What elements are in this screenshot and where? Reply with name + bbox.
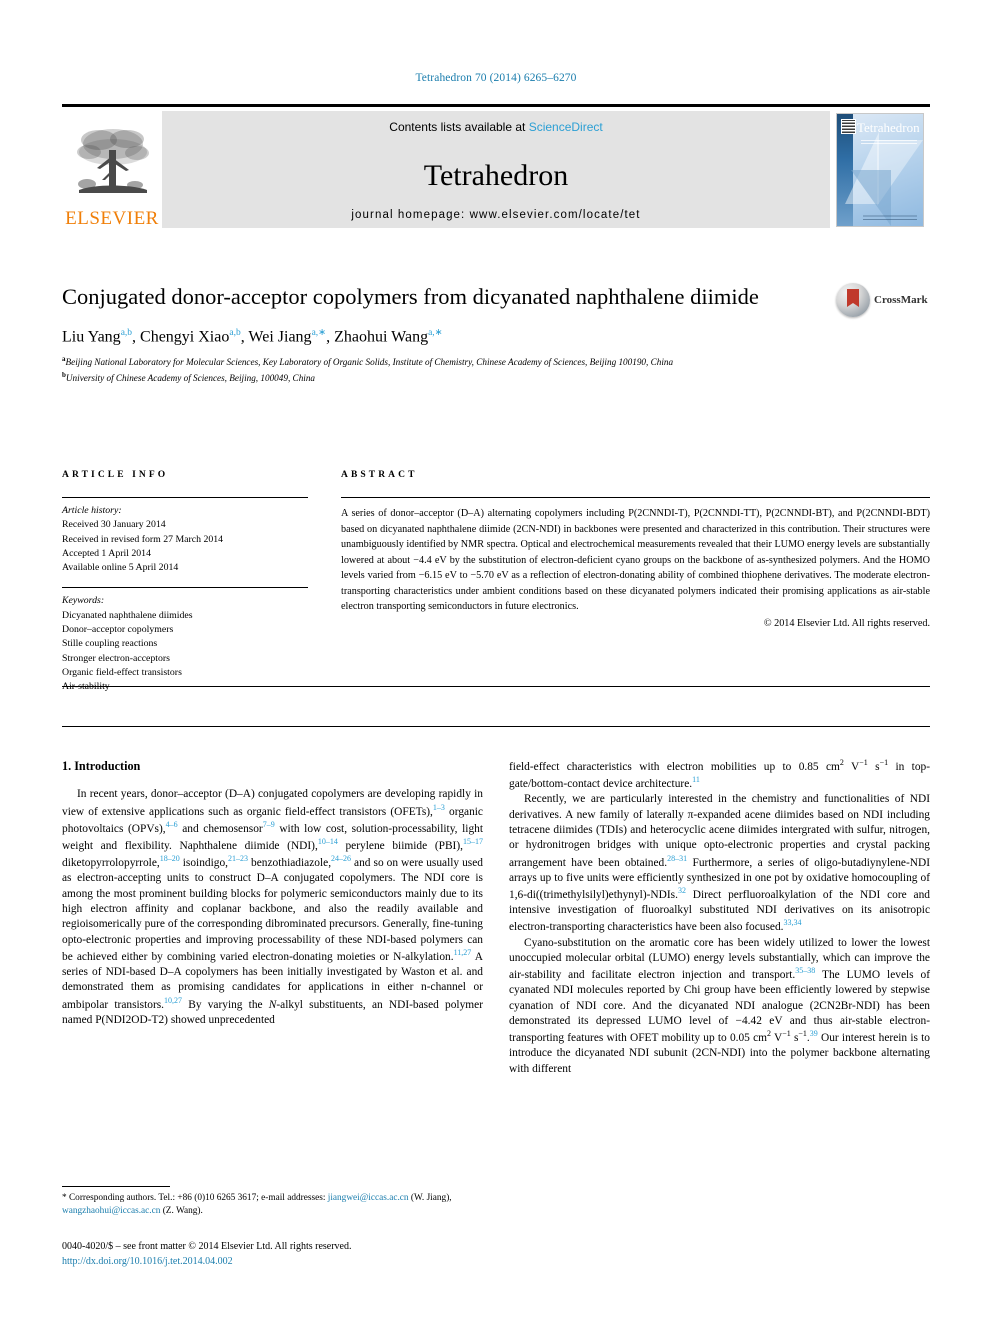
journal-cover-thumbnail: Tetrahedron [836, 112, 924, 227]
footnote-rule [62, 1186, 170, 1187]
paragraph: field-effect characteristics with electr… [509, 758, 930, 790]
section-heading-introduction: 1. Introduction [62, 759, 141, 773]
journal-title: Tetrahedron [423, 159, 569, 192]
running-head: Tetrahedron 70 (2014) 6265–6270 [415, 72, 577, 84]
cover-journal-title: Tetrahedron [857, 119, 920, 135]
crossmark-label: CrossMark [874, 294, 928, 306]
body-column-right: field-effect characteristics with electr… [509, 758, 930, 1077]
elsevier-tree-icon [77, 129, 149, 193]
keyword-item: Organic field-effect transistors [62, 666, 182, 678]
crossmark-badge[interactable]: CrossMark [836, 283, 936, 317]
contents-lists-line: Contents lists available at ScienceDirec… [162, 120, 830, 134]
crossmark-icon [836, 283, 870, 317]
paragraph: Recently, we are particularly interested… [509, 793, 930, 934]
abstract-bottom-rule [62, 686, 930, 687]
history-item: Accepted 1 April 2014 [62, 547, 151, 559]
abstract-text: A series of donor–acceptor (D–A) alterna… [341, 508, 930, 612]
abstract-copyright: © 2014 Elsevier Ltd. All rights reserved… [763, 617, 930, 629]
keyword-item: Donor–acceptor copolymers [62, 624, 174, 636]
article-info-column: Article history: Received 30 January 201… [62, 497, 308, 695]
article-title: Conjugated donor-acceptor copolymers fro… [62, 284, 759, 309]
corresponding-author-text: * Corresponding authors. Tel.: +86 (0)10… [62, 1193, 452, 1217]
keywords-label: Keywords: [62, 595, 105, 607]
doi-link[interactable]: http://dx.doi.org/10.1016/j.tet.2014.04.… [62, 1255, 522, 1270]
affiliations: aBeijing National Laboratory for Molecul… [62, 354, 762, 385]
elsevier-wordmark: ELSEVIER [65, 208, 159, 229]
keyword-item: Dicyanated naphthalene diimides [62, 609, 193, 621]
keyword-item: Stronger electron-acceptors [62, 652, 170, 664]
affiliation-a: aBeijing National Laboratory for Molecul… [62, 355, 674, 368]
keywords-list: Keywords: Dicyanated naphthalene diimide… [62, 588, 308, 694]
abstract-column: A series of donor–acceptor (D–A) alterna… [341, 497, 930, 629]
corresponding-author-footnote: * Corresponding authors. Tel.: +86 (0)10… [62, 1186, 483, 1218]
body-column-left: 1. Introduction In recent years, donor–a… [62, 758, 483, 1028]
paper-page: Tetrahedron 70 (2014) 6265–6270 ELSEVIER… [0, 0, 992, 1323]
sciencedirect-link[interactable]: ScienceDirect [529, 120, 603, 134]
author-list: Liu Yanga,b, Chengyi Xiaoa,b, Wei Jianga… [62, 327, 443, 346]
paragraph: Cyano-substitution on the aromatic core … [509, 936, 930, 1075]
article-info-heading: ARTICLE INFO [62, 470, 169, 480]
paragraph: In recent years, donor–acceptor (D–A) co… [62, 788, 484, 1026]
masthead-center: Contents lists available at ScienceDirec… [162, 111, 830, 228]
front-matter-line: 0040-4020/$ – see front matter © 2014 El… [62, 1241, 352, 1252]
section-divider-rule [62, 726, 930, 727]
history-item: Received in revised form 27 March 2014 [62, 533, 224, 545]
journal-homepage[interactable]: journal homepage: www.elsevier.com/locat… [162, 209, 830, 221]
history-label: Article history: [62, 505, 122, 516]
journal-cover-block: Tetrahedron [830, 111, 930, 228]
title-block: Conjugated donor-acceptor copolymers fro… [62, 283, 762, 385]
history-item: Received 30 January 2014 [62, 519, 166, 531]
keyword-item: Stille coupling reactions [62, 638, 158, 650]
front-matter-block: 0040-4020/$ – see front matter © 2014 El… [62, 1240, 522, 1269]
elsevier-logo: ELSEVIER [62, 111, 162, 228]
keyword-item: Air-stability [62, 681, 110, 693]
contents-prefix: Contents lists available at [389, 120, 529, 134]
affiliation-b: bUniversity of Chinese Academy of Scienc… [62, 370, 316, 383]
article-history: Article history: Received 30 January 201… [62, 498, 308, 575]
cover-footer-lines [863, 212, 917, 220]
abstract-heading: ABSTRACT [341, 470, 418, 480]
journal-masthead: ELSEVIER Contents lists available at Sci… [62, 104, 930, 228]
history-item: Available online 5 April 2014 [62, 562, 179, 574]
qr-code-icon [841, 118, 856, 134]
cover-subtitle-lines [861, 137, 917, 144]
